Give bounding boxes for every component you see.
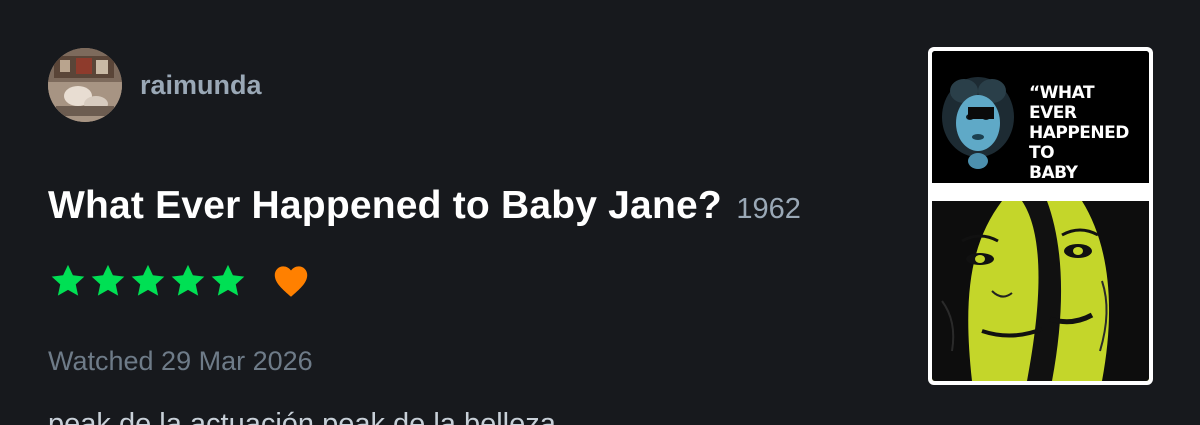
faces-artwork-icon	[932, 201, 1149, 381]
avatar-photo-icon	[48, 48, 122, 122]
review-text: peak de la actuación peak de la belleza	[48, 408, 556, 425]
poster-title-line: HAPPENED TO	[1029, 123, 1129, 163]
poster-title-line: “WHAT EVER	[1029, 83, 1095, 123]
poster-artwork: “WHAT EVER HAPPENED TO BABY JANE?”	[932, 51, 1149, 381]
poster-bottom-panel	[932, 201, 1149, 381]
reviewer-header[interactable]: raimunda	[48, 48, 262, 122]
poster-divider	[932, 183, 1149, 201]
star-icon	[171, 264, 205, 296]
heart-icon	[274, 266, 308, 297]
film-year[interactable]: 1962	[736, 193, 801, 225]
doll-face-icon	[942, 77, 1014, 169]
star-icon	[131, 264, 165, 296]
star-icon	[51, 264, 85, 296]
star-rating	[48, 262, 248, 300]
star-icon	[211, 264, 245, 296]
review-card: raimunda What Ever Happened to Baby Jane…	[0, 0, 1200, 425]
film-heading: What Ever Happened to Baby Jane? 1962	[48, 184, 801, 228]
username[interactable]: raimunda	[140, 70, 262, 101]
film-title[interactable]: What Ever Happened to Baby Jane?	[48, 184, 722, 227]
star-icon	[91, 264, 125, 296]
avatar[interactable]	[48, 48, 122, 122]
rating-row	[48, 262, 310, 300]
watched-date: Watched 29 Mar 2026	[48, 346, 313, 376]
film-poster[interactable]: “WHAT EVER HAPPENED TO BABY JANE?”	[928, 47, 1153, 385]
poster-top-panel: “WHAT EVER HAPPENED TO BABY JANE?”	[932, 51, 1149, 203]
